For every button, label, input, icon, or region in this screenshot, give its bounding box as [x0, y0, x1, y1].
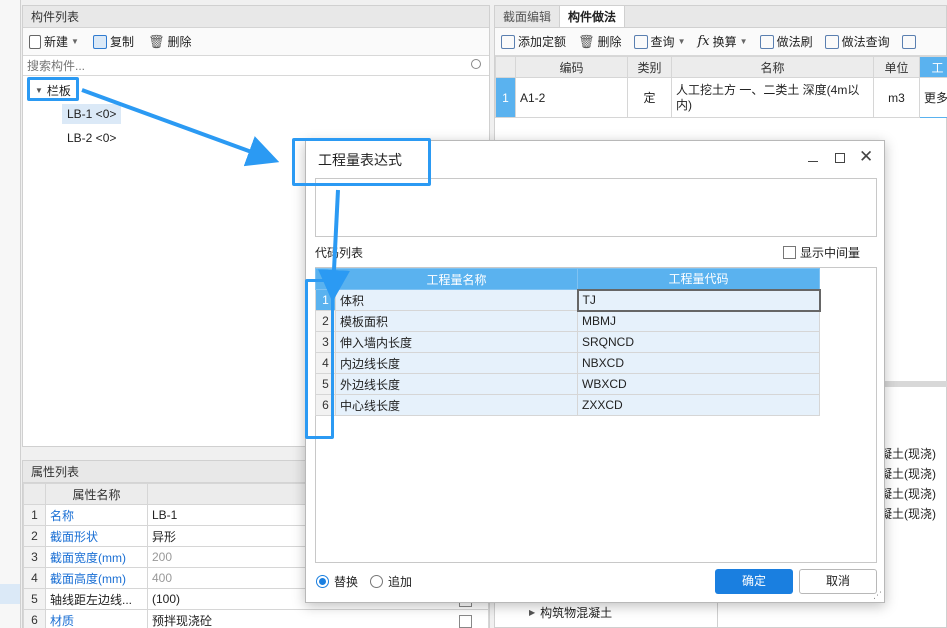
annotation-arrows [81, 88, 350, 302]
arrow-to-rows [318, 189, 350, 302]
arrow-to-dialog [81, 88, 280, 167]
